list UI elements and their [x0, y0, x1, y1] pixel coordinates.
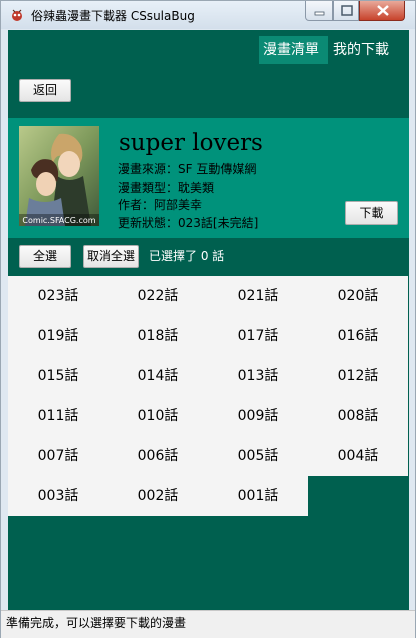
chapter-item[interactable]: 007話 — [8, 436, 108, 476]
download-button[interactable]: 下載 — [345, 201, 398, 225]
title-bar[interactable]: 俗辣蟲漫畫下載器 CSsulaBug — [1, 1, 415, 29]
status-text: 準備完成，可以選擇要下載的漫畫 — [6, 616, 187, 630]
chapter-item[interactable]: 016話 — [308, 316, 408, 356]
maximize-icon — [341, 5, 353, 16]
status-bar: 準備完成，可以選擇要下載的漫畫 — [1, 610, 415, 638]
back-button[interactable]: 返回 — [19, 79, 71, 102]
tab-comic-list[interactable]: 漫畫清單 — [259, 36, 328, 64]
chapter-item[interactable]: 015話 — [8, 356, 108, 396]
chapter-item[interactable]: 023話 — [8, 276, 108, 316]
comic-genre: 漫畫類型：耽美類 — [118, 181, 215, 195]
select-all-button[interactable]: 全選 — [19, 245, 71, 268]
minimize-icon — [314, 11, 325, 16]
chapter-item[interactable]: 022話 — [108, 276, 208, 316]
chapter-item[interactable]: 020話 — [308, 276, 408, 316]
chapter-item[interactable]: 008話 — [308, 396, 408, 436]
main-panel: 漫畫清單 我的下載 返回 Comic.SFACG.com super lover… — [8, 30, 409, 610]
svg-text:Comic.SFACG.com: Comic.SFACG.com — [22, 216, 95, 225]
chapter-item[interactable]: 006話 — [108, 436, 208, 476]
comic-source: 漫畫來源：SF 互動傳媒網 — [118, 162, 257, 176]
chapter-item[interactable]: 005話 — [208, 436, 308, 476]
chapter-item[interactable]: 021話 — [208, 276, 308, 316]
comic-cover-image: Comic.SFACG.com — [19, 126, 99, 226]
chapter-item[interactable]: 004話 — [308, 436, 408, 476]
minimize-button[interactable] — [305, 1, 333, 21]
close-button[interactable] — [359, 1, 405, 21]
chapter-item[interactable]: 018話 — [108, 316, 208, 356]
chapter-item[interactable]: 010話 — [108, 396, 208, 436]
chapter-item[interactable]: 012話 — [308, 356, 408, 396]
app-bug-icon — [12, 9, 22, 21]
app-window: 俗辣蟲漫畫下載器 CSsulaBug 漫畫清單 我的下載 返回 Comic.SF… — [0, 0, 416, 638]
chapter-item[interactable]: 002話 — [108, 476, 208, 516]
comic-update-status: 更新狀態：023話[未完結] — [118, 216, 259, 230]
chapter-item[interactable]: 014話 — [108, 356, 208, 396]
chapter-item[interactable]: 009話 — [208, 396, 308, 436]
chapter-item[interactable]: 011話 — [8, 396, 108, 436]
close-icon — [377, 5, 389, 16]
deselect-all-button[interactable]: 取消全選 — [83, 245, 139, 268]
selected-count-label: 已選擇了 0 話 — [149, 249, 225, 263]
comic-info-panel: Comic.SFACG.com super lovers 漫畫來源：SF 互動傳… — [8, 118, 409, 238]
chapter-item[interactable]: 001話 — [208, 476, 308, 516]
comic-title: super lovers — [119, 130, 263, 156]
tab-my-downloads[interactable]: 我的下載 — [329, 36, 401, 64]
chapter-item[interactable]: 017話 — [208, 316, 308, 356]
chapter-item[interactable]: 019話 — [8, 316, 108, 356]
chapter-item[interactable]: 013話 — [208, 356, 308, 396]
chapter-grid: 023話 022話 021話 020話 019話 018話 017話 016話 015話 014話… — [8, 276, 409, 516]
maximize-button[interactable] — [333, 1, 359, 21]
chapter-item[interactable]: 003話 — [8, 476, 108, 516]
comic-author: 作者：阿部美幸 — [118, 198, 203, 212]
window-title: 俗辣蟲漫畫下載器 CSsulaBug — [31, 9, 195, 23]
